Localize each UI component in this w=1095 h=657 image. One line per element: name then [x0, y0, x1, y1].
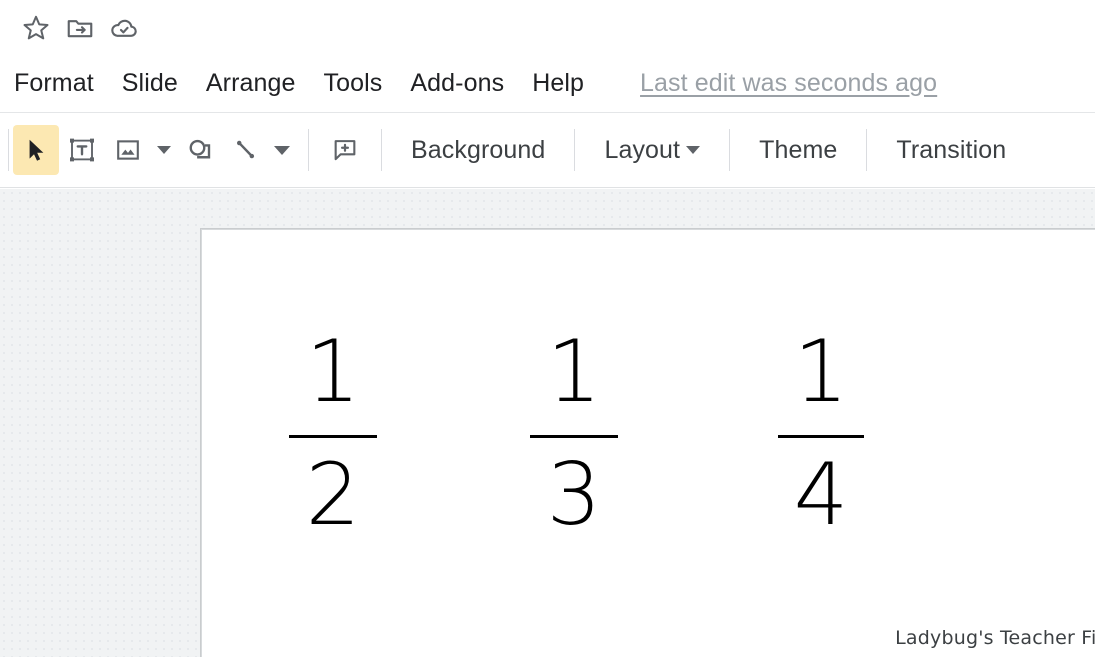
move-to-folder-icon[interactable]: [58, 6, 102, 50]
menu-item-format[interactable]: Format: [14, 69, 108, 98]
add-comment-icon[interactable]: [322, 125, 368, 175]
menu-item-help[interactable]: Help: [532, 69, 598, 98]
fraction-denominator: 2: [305, 445, 361, 545]
insert-shape-icon[interactable]: [177, 125, 223, 175]
toolbar-divider-2: [381, 129, 382, 171]
star-icon[interactable]: [14, 6, 58, 50]
transition-button-label: Transition: [896, 135, 1007, 164]
toolbar-divider-4: [729, 129, 731, 171]
slides-editor-window: Format Slide Arrange Tools Add-ons Help …: [0, 0, 1095, 657]
cloud-saved-icon[interactable]: [102, 6, 146, 50]
text-box-icon[interactable]: [59, 125, 105, 175]
slide-workspace[interactable]: 1 2 1 3 1 4 Ladybug's Teacher Files: [0, 189, 1095, 657]
toolbar-divider-1: [308, 129, 309, 171]
insert-image-icon[interactable]: [105, 125, 151, 175]
transition-button[interactable]: Transition: [880, 136, 1022, 165]
document-actions-bar: [0, 0, 1095, 56]
insert-image-dropdown-icon[interactable]: [151, 125, 177, 175]
menu-item-tools[interactable]: Tools: [324, 69, 397, 98]
fraction-bar: [778, 435, 864, 438]
theme-button-label: Theme: [759, 135, 838, 164]
fraction-group: 1 2 1 3 1 4: [201, 229, 1095, 657]
fraction-bar: [530, 435, 618, 438]
last-edit-status[interactable]: Last edit was seconds ago: [640, 69, 937, 98]
menu-item-slide[interactable]: Slide: [122, 69, 192, 98]
fraction-one-half[interactable]: 1 2: [258, 329, 408, 538]
fraction-bar: [289, 435, 377, 438]
toolbar-divider-3: [574, 129, 576, 171]
layout-button-label: Layout: [604, 135, 681, 164]
toolbar-divider-5: [866, 129, 868, 171]
layout-dropdown-icon: [686, 146, 701, 154]
insert-line-dropdown-icon[interactable]: [269, 125, 295, 175]
fraction-numerator: 1: [305, 322, 361, 422]
fraction-numerator: 1: [793, 322, 849, 422]
fraction-denominator: 4: [793, 445, 849, 545]
toolbar: Background Layout Theme Transition: [0, 112, 1095, 188]
background-button[interactable]: Background: [395, 136, 561, 165]
slide-watermark: Ladybug's Teacher Files: [895, 627, 1095, 649]
fraction-one-third[interactable]: 1 3: [499, 329, 649, 538]
layout-button[interactable]: Layout: [588, 136, 716, 165]
menu-item-arrange[interactable]: Arrange: [206, 69, 310, 98]
toolbar-divider-start: [8, 129, 9, 171]
select-cursor-icon[interactable]: [13, 125, 59, 175]
menu-bar: Format Slide Arrange Tools Add-ons Help …: [0, 56, 1095, 110]
background-button-label: Background: [411, 135, 546, 164]
fraction-numerator: 1: [546, 322, 602, 422]
theme-button[interactable]: Theme: [743, 136, 853, 165]
insert-line-icon[interactable]: [223, 125, 269, 175]
menu-item-add-ons[interactable]: Add-ons: [410, 69, 518, 98]
fraction-one-fourth[interactable]: 1 4: [746, 329, 896, 538]
fraction-denominator: 3: [546, 445, 602, 545]
slide-canvas[interactable]: 1 2 1 3 1 4 Ladybug's Teacher Files: [200, 228, 1095, 657]
